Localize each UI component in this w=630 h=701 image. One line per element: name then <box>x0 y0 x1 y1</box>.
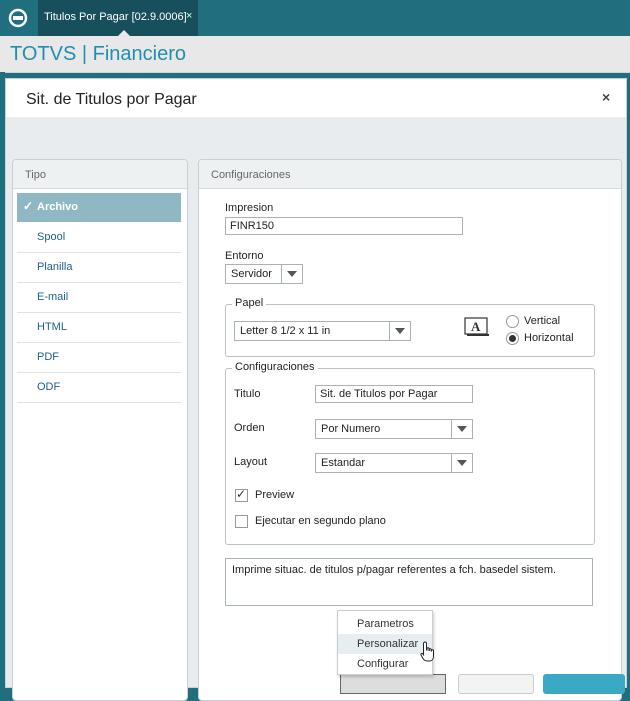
tipo-panel: Tipo ✓ Archivo Spool Planilla E-mail HTM… <box>12 159 188 701</box>
preview-checkbox[interactable] <box>235 487 248 502</box>
menu-item-label: Personalizar <box>357 638 419 650</box>
impresion-label: Impresion <box>225 202 274 214</box>
tipo-item-html[interactable]: HTML <box>17 313 181 343</box>
tipo-item-label: Planilla <box>37 261 73 273</box>
dialog-title: Sit. de Titulos por Pagar <box>26 91 197 108</box>
paper-size-value: Letter 8 1/2 x 11 in <box>240 325 331 337</box>
titulo-field[interactable]: Sit. de Titulos por Pagar <box>315 385 473 403</box>
tipo-item-label: HTML <box>37 321 67 333</box>
tipo-item-email[interactable]: E-mail <box>17 283 181 313</box>
configuraciones-legend: Configuraciones <box>232 361 318 373</box>
configuraciones-header: Configuraciones <box>199 160 621 189</box>
tipo-item-spool[interactable]: Spool <box>17 223 181 253</box>
tab-label: Titulos Por Pagar [02.9.0006] <box>44 11 187 23</box>
top-bar: Titulos Por Pagar [02.9.0006] × <box>0 0 630 36</box>
cancel-button[interactable] <box>458 674 534 694</box>
chevron-down-icon[interactable] <box>451 454 472 472</box>
close-icon[interactable]: × <box>602 89 610 105</box>
tipo-item-pdf[interactable]: PDF <box>17 343 181 373</box>
layout-value: Estandar <box>321 457 366 469</box>
papel-group: Papel Letter 8 1/2 x 11 in A Vertical Ho… <box>225 297 595 357</box>
papel-legend: Papel <box>232 297 267 309</box>
preview-label: Preview <box>255 489 295 501</box>
tipo-item-label: PDF <box>37 351 59 363</box>
chevron-down-icon[interactable] <box>281 265 302 283</box>
horizontal-radio[interactable] <box>506 332 519 345</box>
checkmark-icon: ✓ <box>23 199 34 213</box>
layout-label: Layout <box>234 456 268 468</box>
tipo-item-label: Archivo <box>37 201 78 213</box>
actions-menu: Parametros Personalizar Configurar <box>337 610 436 675</box>
menu-item-personalizar[interactable]: Personalizar <box>338 634 432 654</box>
svg-text:A: A <box>471 319 481 334</box>
vertical-label: Vertical <box>524 315 561 327</box>
description-box: Imprime situac. de titulos p/pagar refer… <box>225 558 593 606</box>
tipo-item-planilla[interactable]: Planilla <box>17 253 181 283</box>
app-title: TOTVS | Financiero <box>10 43 186 65</box>
tipo-item-label: E-mail <box>37 291 69 303</box>
acciones-button[interactable] <box>340 674 446 694</box>
horizontal-label: Horizontal <box>524 332 574 344</box>
primary-button[interactable] <box>543 674 625 694</box>
tipo-title: Tipo <box>25 169 46 181</box>
impresion-field[interactable]: FINR150 <box>225 217 463 235</box>
dialog: Sit. de Titulos por Pagar × Tipo ✓ Archi… <box>5 78 627 701</box>
configuraciones-group: Configuraciones Titulo Sit. de Titulos p… <box>225 361 595 545</box>
segundo-plano-label: Ejecutar en segundo plano <box>255 515 386 527</box>
orden-select[interactable]: Por Numero <box>315 419 473 439</box>
menu-item-parametros[interactable]: Parametros <box>338 614 432 634</box>
menu-item-label: Configurar <box>357 658 409 670</box>
paper-orientation-icon: A <box>464 317 490 337</box>
chevron-down-icon[interactable] <box>451 420 472 438</box>
app-header: TOTVS | Financiero <box>0 36 630 73</box>
menu-item-label: Parametros <box>357 618 414 630</box>
layout-select[interactable]: Estandar <box>315 453 473 473</box>
tab-titulos-por-pagar[interactable]: Titulos Por Pagar [02.9.0006] × <box>38 0 198 36</box>
tipo-item-archivo[interactable]: ✓ Archivo <box>17 193 181 222</box>
dialog-body: Tipo ✓ Archivo Spool Planilla E-mail HTM… <box>6 117 626 701</box>
entorno-select[interactable]: Servidor <box>225 264 303 284</box>
tipo-item-label: Spool <box>37 231 66 243</box>
entorno-label: Entorno <box>225 250 264 262</box>
totvs-logo-icon[interactable] <box>8 8 28 28</box>
tipo-header: Tipo <box>13 160 187 189</box>
configuraciones-title: Configuraciones <box>211 169 291 181</box>
tipo-item-odf[interactable]: ODF <box>17 373 181 403</box>
orden-value: Por Numero <box>321 423 381 435</box>
tipo-item-label: ODF <box>37 381 61 393</box>
titulo-label: Titulo <box>234 388 261 400</box>
segundo-plano-checkbox[interactable] <box>235 515 248 528</box>
vertical-radio[interactable] <box>506 315 519 328</box>
tab-close-icon[interactable]: × <box>186 10 192 22</box>
hand-pointer-icon <box>420 641 436 663</box>
chevron-down-icon[interactable] <box>389 322 410 340</box>
orden-label: Orden <box>234 422 265 434</box>
entorno-value: Servidor <box>231 268 272 280</box>
menu-item-configurar[interactable]: Configurar <box>338 654 432 674</box>
paper-size-select[interactable]: Letter 8 1/2 x 11 in <box>234 321 411 341</box>
